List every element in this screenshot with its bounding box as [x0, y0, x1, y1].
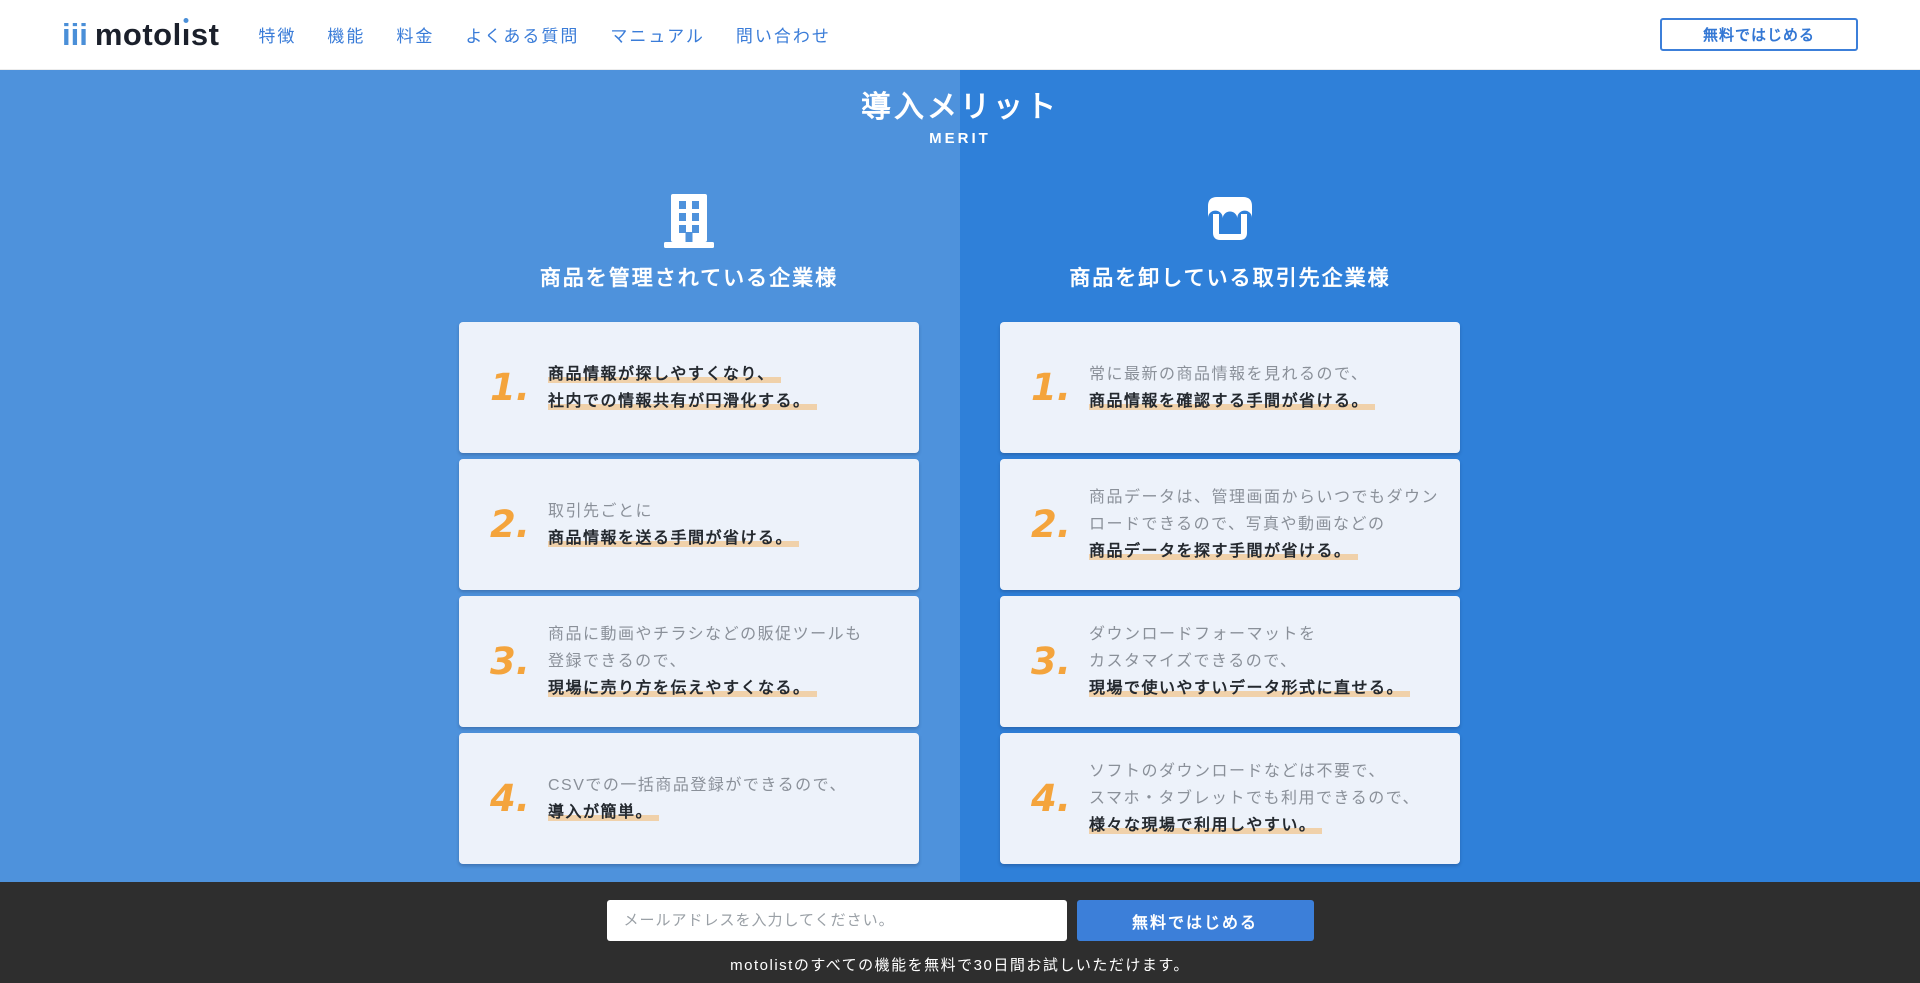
- card-line-emphasis: 商品情報を送る手間が省ける。: [548, 530, 799, 547]
- card-number: 4.: [1031, 777, 1083, 820]
- logo-i-dot: ı: [182, 17, 191, 52]
- card-line-emphasis: 商品情報が探しやすくなり、: [548, 366, 781, 383]
- merit-card: 1.商品情報が探しやすくなり、社内での情報共有が円滑化する。: [459, 322, 919, 453]
- nav-link-0[interactable]: 特徴: [258, 22, 296, 47]
- card-number: 2.: [490, 503, 542, 546]
- header-signup-button[interactable]: 無料ではじめる: [1660, 18, 1858, 51]
- nav-link-2[interactable]: 料金: [396, 22, 434, 47]
- card-text: 商品データは、管理画面からいつでもダウンロードできるので、写真や動画などの商品デ…: [1089, 484, 1439, 565]
- building-icon: [459, 192, 919, 250]
- merit-card: 3.ダウンロードフォーマットをカスタマイズできるので、現場で使いやすいデータ形式…: [1000, 596, 1460, 727]
- card-text: ソフトのダウンロードなどは不要で、スマホ・タブレットでも利用できるので、様々な現…: [1089, 758, 1420, 839]
- card-line: カスタマイズできるので、: [1089, 653, 1298, 670]
- merit-card: 4.CSVでの一括商品登録ができるので、導入が簡単。: [459, 733, 919, 864]
- card-number: 4.: [490, 777, 542, 820]
- card-line: ソフトのダウンロードなどは不要で、: [1089, 763, 1386, 780]
- page: iii motolıst 特徴 機能 料金 よくある質問 マニュアル 問い合わせ 無料では…: [0, 0, 1920, 983]
- card-line-emphasis: 社内での情報共有が円滑化する。: [548, 393, 817, 410]
- column-heading: 商品を管理されている企業様: [459, 264, 919, 294]
- logo-text: motolıst: [95, 17, 220, 53]
- merit-card: 4.ソフトのダウンロードなどは不要で、スマホ・タブレットでも利用できるので、様々…: [1000, 733, 1460, 864]
- merit-card: 2.商品データは、管理画面からいつでもダウンロードできるので、写真や動画などの商…: [1000, 459, 1460, 590]
- email-input[interactable]: [607, 900, 1067, 941]
- storefront-icon: [1000, 192, 1460, 250]
- merit-section: 導入メリット MERIT 商品を管理されている企業様 1.商品情報が探しやすくな…: [0, 70, 1920, 882]
- card-line: ダウンロードフォーマットを: [1089, 626, 1317, 643]
- merit-card: 1.常に最新の商品情報を見れるので、商品情報を確認する手間が省ける。: [1000, 322, 1460, 453]
- card-line-emphasis: 商品データを探す手間が省ける。: [1089, 543, 1358, 560]
- footer-signup-button[interactable]: 無料ではじめる: [1077, 900, 1314, 941]
- section-title: 導入メリット: [0, 82, 1920, 126]
- card-line-emphasis: 現場に売り方を伝えやすくなる。: [548, 680, 817, 697]
- trial-note: motolistのすべての機能を無料で30日間お試しいただけます。: [730, 954, 1190, 975]
- card-text: ダウンロードフォーマットをカスタマイズできるので、現場で使いやすいデータ形式に直…: [1089, 621, 1410, 702]
- card-line: スマホ・タブレットでも利用できるので、: [1089, 790, 1420, 807]
- card-number: 1.: [490, 366, 542, 409]
- card-number: 1.: [1031, 366, 1083, 409]
- merit-card: 3.商品に動画やチラシなどの販促ツールも登録できるので、現場に売り方を伝えやすく…: [459, 596, 919, 727]
- card-line: 商品に動画やチラシなどの販促ツールも: [548, 626, 863, 643]
- merit-column-companies: 商品を管理されている企業様 1.商品情報が探しやすくなり、社内での情報共有が円滑…: [459, 192, 919, 864]
- merit-card: 2.取引先ごとに商品情報を送る手間が省ける。: [459, 459, 919, 590]
- card-text: 常に最新の商品情報を見れるので、商品情報を確認する手間が省ける。: [1089, 361, 1375, 415]
- card-line-emphasis: 様々な現場で利用しやすい。: [1089, 817, 1322, 834]
- footer: 無料ではじめる motolistのすべての機能を無料で30日間お試しいただけます…: [0, 882, 1920, 983]
- card-number: 2.: [1031, 503, 1083, 546]
- section-subtitle: MERIT: [0, 130, 1920, 147]
- nav-link-1[interactable]: 機能: [327, 22, 365, 47]
- logo-mark-icon: iii: [62, 17, 88, 53]
- signup-form: 無料ではじめる: [607, 900, 1314, 941]
- column-heading: 商品を卸している取引先企業様: [1000, 264, 1460, 294]
- nav-link-5[interactable]: 問い合わせ: [736, 22, 831, 47]
- header: iii motolıst 特徴 機能 料金 よくある質問 マニュアル 問い合わせ 無料では…: [0, 0, 1920, 70]
- card-text: 商品情報が探しやすくなり、社内での情報共有が円滑化する。: [548, 361, 817, 415]
- card-text: CSVでの一括商品登録ができるので、導入が簡単。: [548, 772, 847, 826]
- card-number: 3.: [490, 640, 542, 683]
- card-line-emphasis: 現場で使いやすいデータ形式に直せる。: [1089, 680, 1410, 697]
- card-text: 取引先ごとに商品情報を送る手間が省ける。: [548, 498, 799, 552]
- card-line: 登録できるので、: [548, 653, 687, 670]
- nav-link-3[interactable]: よくある質問: [465, 22, 579, 47]
- main-nav: 特徴 機能 料金 よくある質問 マニュアル 問い合わせ: [258, 22, 831, 47]
- card-line-emphasis: 商品情報を確認する手間が省ける。: [1089, 393, 1375, 410]
- cards-column-0: 1.商品情報が探しやすくなり、社内での情報共有が円滑化する。2.取引先ごとに商品…: [459, 322, 919, 864]
- card-line: 常に最新の商品情報を見れるので、: [1089, 366, 1368, 383]
- card-line: CSVでの一括商品登録ができるので、: [548, 777, 847, 794]
- card-number: 3.: [1031, 640, 1083, 683]
- card-line: 取引先ごとに: [548, 503, 653, 520]
- card-line: ロードできるので、写真や動画などの: [1089, 516, 1386, 533]
- merit-column-wholesale: 商品を卸している取引先企業様 1.常に最新の商品情報を見れるので、商品情報を確認…: [1000, 192, 1460, 864]
- logo[interactable]: iii motolıst: [62, 17, 219, 53]
- nav-link-4[interactable]: マニュアル: [610, 22, 705, 47]
- card-line-emphasis: 導入が簡単。: [548, 804, 659, 821]
- cards-column-1: 1.常に最新の商品情報を見れるので、商品情報を確認する手間が省ける。2.商品デー…: [1000, 322, 1460, 864]
- card-text: 商品に動画やチラシなどの販促ツールも登録できるので、現場に売り方を伝えやすくなる…: [548, 621, 863, 702]
- card-line: 商品データは、管理画面からいつでもダウン: [1089, 489, 1439, 506]
